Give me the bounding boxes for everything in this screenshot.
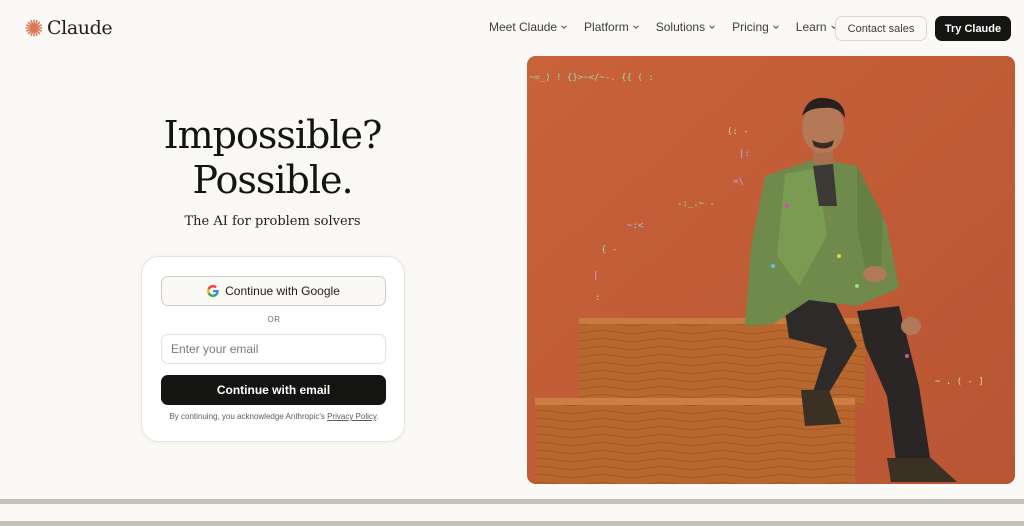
email-input[interactable] (161, 334, 386, 364)
chevron-down-icon (632, 25, 639, 29)
nav-item-label: Platform (584, 20, 629, 34)
continue-with-google-button[interactable]: Continue with Google (161, 276, 386, 306)
section-divider (0, 521, 1024, 526)
legal-text: By continuing, you acknowledge Anthropic… (169, 412, 325, 421)
hero-headline: Impossible? Possible. (140, 113, 405, 203)
google-g-icon (207, 285, 219, 297)
try-claude-button[interactable]: Try Claude (935, 16, 1011, 41)
hero-image: ~=_) ! {}>~</~-. {{ ( : (: - |: =\ -:_.~… (527, 56, 1015, 484)
google-button-label: Continue with Google (225, 284, 340, 298)
section-divider (0, 499, 1024, 504)
chevron-down-icon (709, 25, 715, 29)
nav-item-label: Learn (795, 20, 827, 34)
nav-item-meet-claude[interactable]: Meet Claude (489, 20, 568, 34)
claude-starburst-icon (25, 19, 43, 37)
nav-item-pricing[interactable]: Pricing (732, 20, 780, 34)
hero-subhead: The AI for problem solvers (184, 214, 361, 229)
legal-period: . (376, 412, 379, 421)
privacy-policy-link[interactable]: Privacy Policy (327, 412, 376, 421)
nav-item-platform[interactable]: Platform (584, 20, 640, 34)
svg-text:|: | (593, 271, 598, 281)
brand-name: Claude (47, 17, 113, 39)
svg-text:(: -: (: - (727, 127, 749, 137)
legal-notice: By continuing, you acknowledge Anthropic… (142, 412, 406, 421)
nav-item-solutions[interactable]: Solutions (656, 20, 716, 34)
or-divider: OR (267, 315, 281, 324)
page: Claude Meet Claude Platform Solutions Pr… (0, 0, 1024, 526)
svg-text:~:<: ~:< (627, 221, 644, 231)
headline-line-1: Impossible? (163, 113, 383, 157)
svg-text:~=_) ! {}>~</~-. {{ ( :: ~=_) ! {}>~</~-. {{ ( : (529, 73, 654, 83)
contact-sales-button[interactable]: Contact sales (835, 16, 927, 41)
svg-text::: : (595, 293, 600, 303)
svg-text:{ -: { - (601, 245, 617, 255)
svg-text:=\: =\ (733, 177, 744, 187)
nav-item-label: Solutions (655, 20, 706, 34)
hero-illustration: ~=_) ! {}>~</~-. {{ ( : (: - |: =\ -:_.~… (527, 56, 1015, 484)
top-nav-bar: Claude Meet Claude Platform Solutions Pr… (0, 0, 1024, 56)
main-nav: Meet Claude Platform Solutions Pricing L… (489, 20, 838, 34)
nav-item-label: Pricing (732, 20, 769, 34)
claude-logo-link[interactable]: Claude (25, 17, 113, 39)
nav-item-learn[interactable]: Learn (796, 20, 838, 34)
nav-item-label: Meet Claude (489, 20, 558, 34)
chevron-down-icon (561, 25, 567, 29)
continue-with-email-button[interactable]: Continue with email (161, 375, 386, 405)
svg-text:|:: |: (739, 149, 750, 159)
svg-text:-:_.~ -: -:_.~ - (677, 199, 715, 209)
headline-line-2: Possible. (192, 158, 353, 202)
svg-text:~ . ( - ]: ~ . ( - ] (935, 377, 984, 387)
login-card: Continue with Google OR Continue with em… (141, 256, 405, 442)
chevron-down-icon (773, 25, 779, 29)
